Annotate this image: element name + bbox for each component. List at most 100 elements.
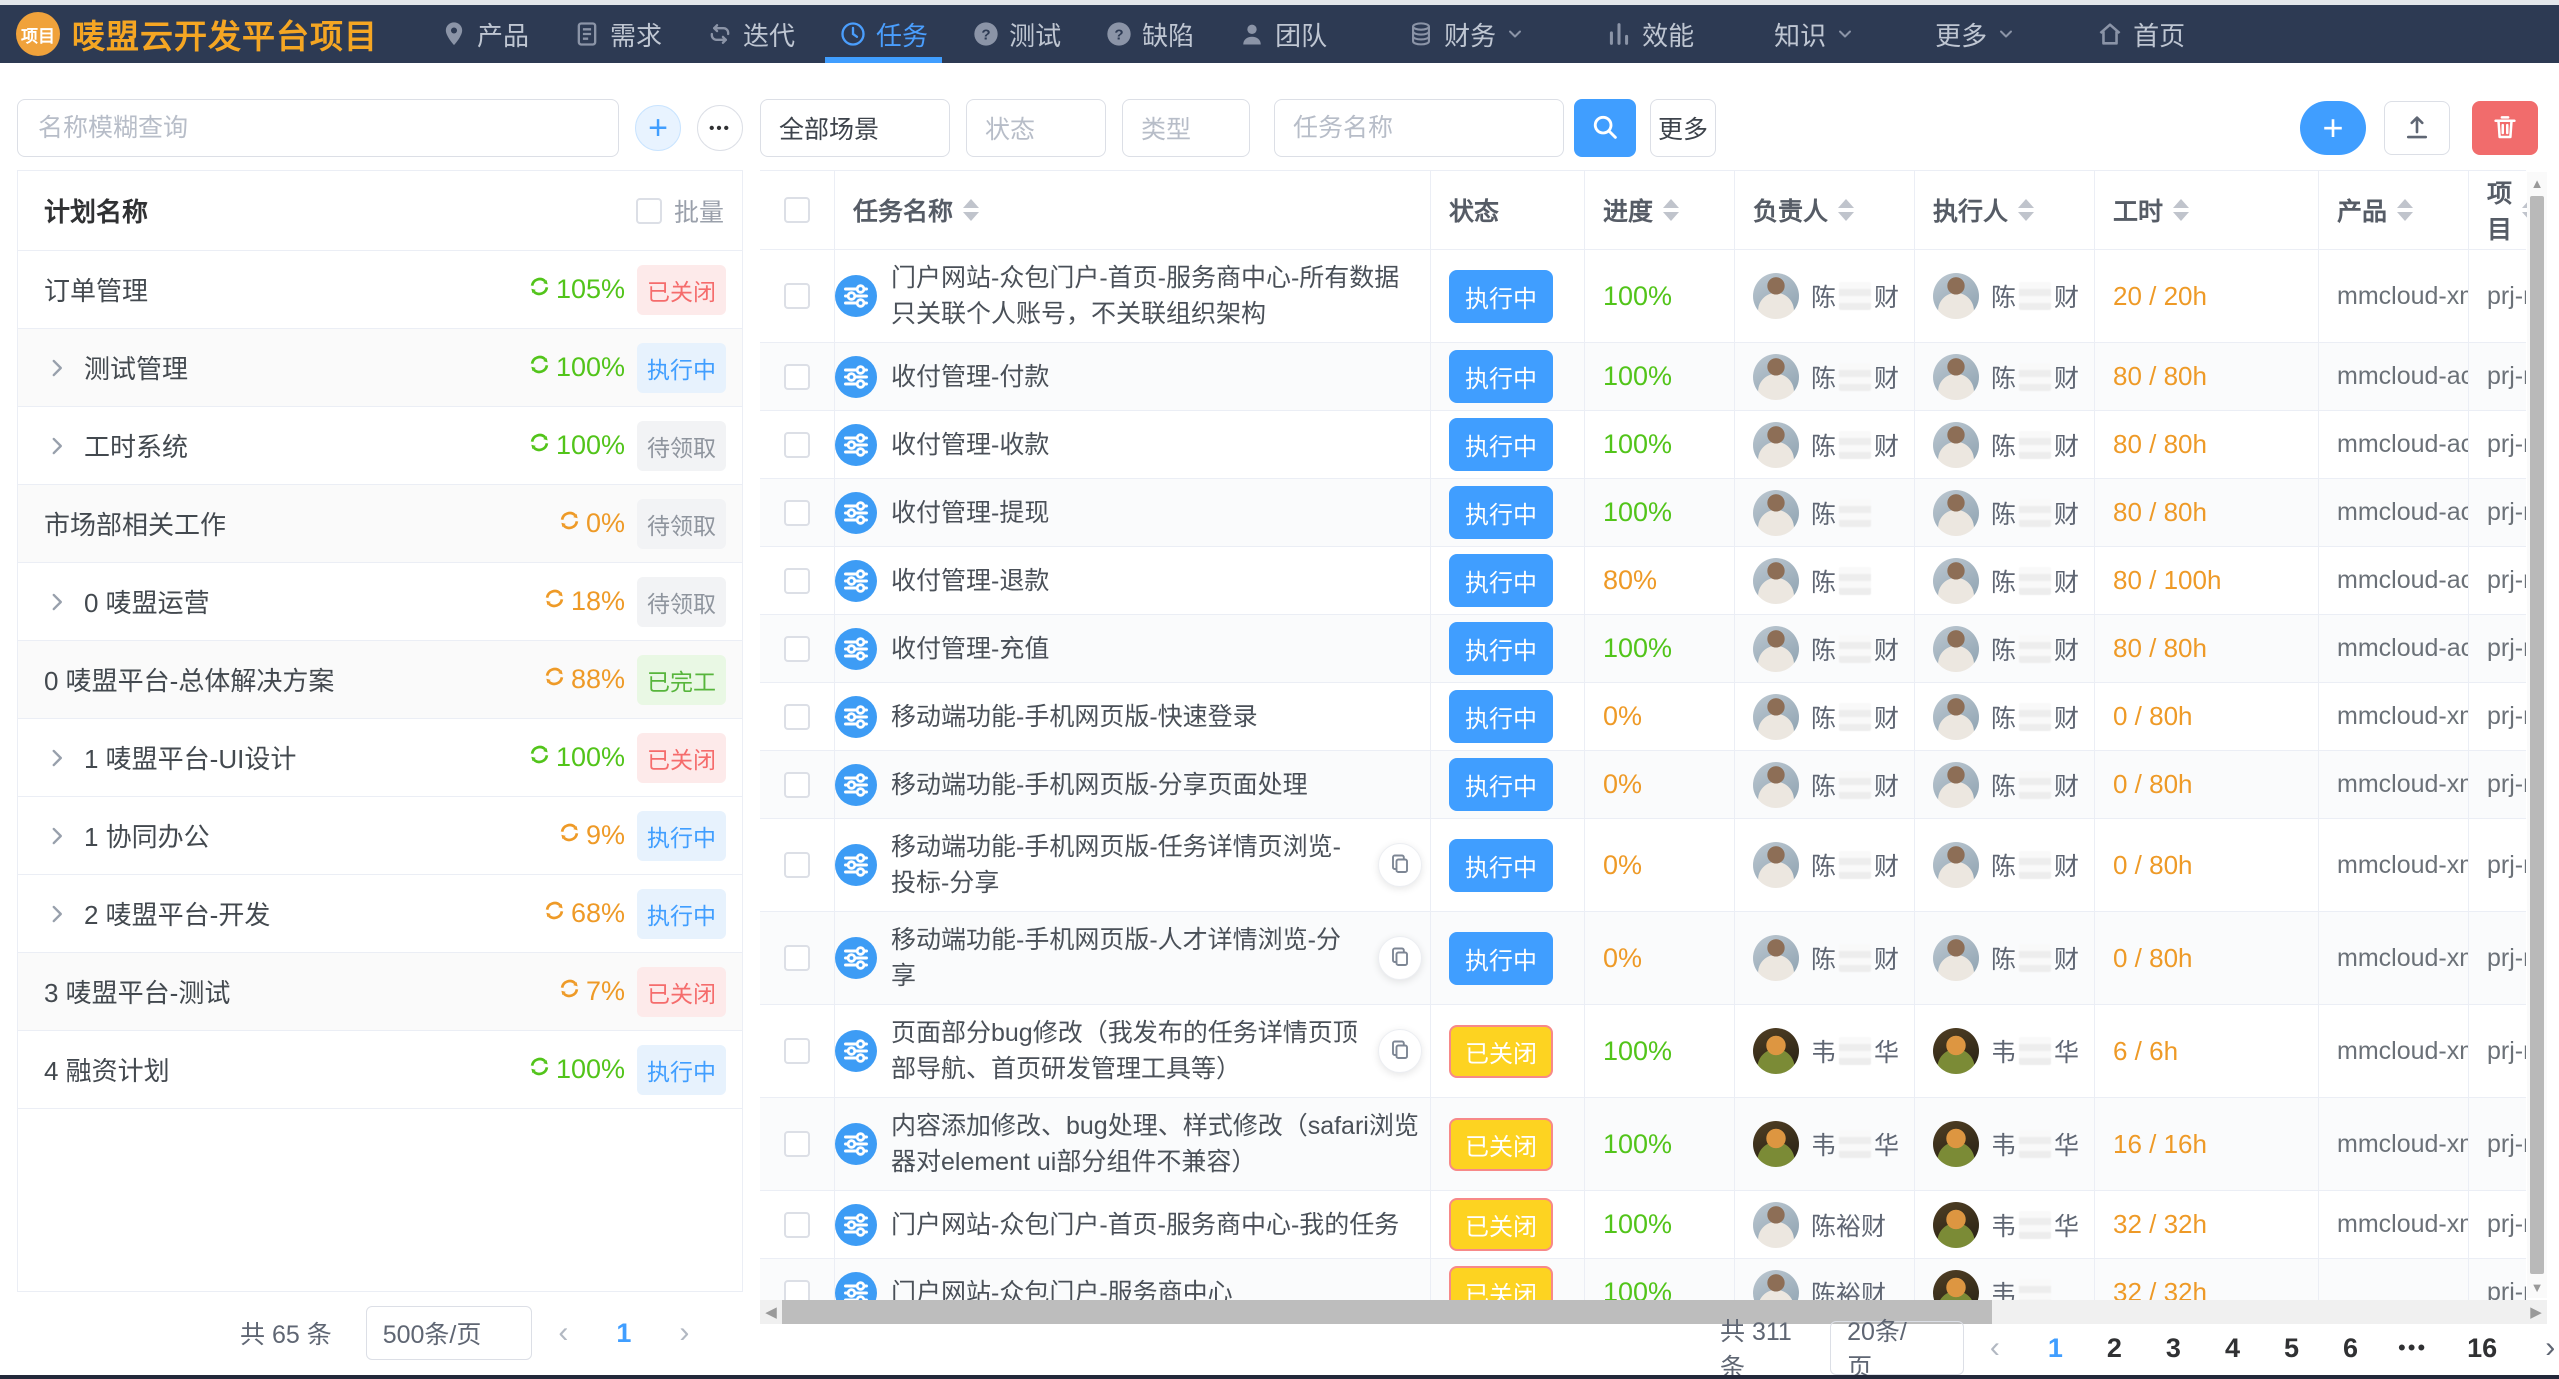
nav-item-团队[interactable]: 团队 [1216, 5, 1349, 63]
plan-page-number[interactable]: 1 [616, 1318, 631, 1349]
table-row[interactable]: 页面部分bug修改（我发布的任务详情页顶部导航、首页研发管理工具等）已关闭100… [760, 1005, 2526, 1098]
nav-item-更多[interactable]: 更多 [1913, 5, 2038, 63]
copy-task-button[interactable] [1378, 1029, 1422, 1073]
table-row[interactable]: 门户网站-众包门户-首页-服务商中心-我的任务已关闭100%陈裕财韦华32 / … [760, 1191, 2526, 1259]
row-checkbox[interactable] [784, 1131, 810, 1157]
table-row[interactable]: 移动端功能-手机网页版-人才详情浏览-分享执行中0%陈财陈财0 / 80hmmc… [760, 912, 2526, 1005]
column-header-项目[interactable]: 项目 [2468, 171, 2526, 249]
table-row[interactable]: 收付管理-提现执行中100%陈陈财80 / 80hmmcloud-acprj-m [760, 479, 2526, 547]
plan-row[interactable]: 测试管理100%执行中 [18, 329, 742, 407]
row-checkbox[interactable] [784, 283, 810, 309]
scene-select[interactable]: 全部场景 [760, 99, 950, 157]
plan-more-button[interactable]: ••• [697, 105, 743, 151]
more-filters-button[interactable]: 更多 [1650, 99, 1716, 157]
copy-task-button[interactable] [1378, 843, 1422, 887]
page-ellipsis[interactable]: ••• [2398, 1335, 2427, 1361]
column-header-负责人[interactable]: 负责人 [1734, 171, 1914, 249]
status-select[interactable]: 状态 [966, 99, 1106, 157]
column-header-产品[interactable]: 产品 [2318, 171, 2468, 249]
plan-row[interactable]: 工时系统100%待领取 [18, 407, 742, 485]
nav-item-迭代[interactable]: 迭代 [684, 5, 817, 63]
row-checkbox[interactable] [784, 1212, 810, 1238]
plan-row[interactable]: 2 唛盟平台-开发68%执行中 [18, 875, 742, 953]
table-row[interactable]: 收付管理-充值执行中100%陈财陈财80 / 80hmmcloud-acprj-… [760, 615, 2526, 683]
page-number-4[interactable]: 4 [2225, 1333, 2240, 1364]
page-number-1[interactable]: 1 [2048, 1333, 2063, 1364]
type-select[interactable]: 类型 [1122, 99, 1250, 157]
plan-row[interactable]: 1 协同办公9%执行中 [18, 797, 742, 875]
nav-item-财务[interactable]: 财务 [1385, 5, 1547, 63]
row-checkbox[interactable] [784, 1280, 810, 1301]
scroll-up-icon[interactable]: ▲ [2531, 172, 2544, 194]
add-task-button[interactable]: + [2300, 101, 2366, 155]
sort-icon[interactable] [2173, 199, 2189, 221]
select-all-checkbox[interactable] [784, 197, 810, 223]
row-checkbox[interactable] [784, 568, 810, 594]
scroll-down-icon[interactable]: ▼ [2531, 1276, 2544, 1298]
plan-next-page-button[interactable]: › [679, 1318, 689, 1348]
delete-button[interactable] [2472, 101, 2538, 155]
batch-checkbox[interactable] [636, 198, 662, 224]
table-row[interactable]: 移动端功能-手机网页版-任务详情页浏览-投标-分享执行中0%陈财陈财0 / 80… [760, 819, 2526, 912]
vertical-scroll-thumb[interactable] [2530, 196, 2544, 1274]
copy-task-button[interactable] [1378, 936, 1422, 980]
nav-item-首页[interactable]: 首页 [2074, 5, 2207, 63]
row-checkbox[interactable] [784, 852, 810, 878]
plan-row[interactable]: 0 唛盟平台-总体解决方案88%已完工 [18, 641, 742, 719]
task-page-size-select[interactable]: 20条/页 [1830, 1321, 1964, 1375]
task-prev-page-button[interactable]: ‹ [1990, 1333, 2000, 1363]
table-row[interactable]: 收付管理-收款执行中100%陈财陈财80 / 80hmmcloud-acprj-… [760, 411, 2526, 479]
plan-row[interactable]: 0 唛盟运营18%待领取 [18, 563, 742, 641]
table-row[interactable]: 收付管理-退款执行中80%陈陈财80 / 100hmmcloud-acprj-m [760, 547, 2526, 615]
nav-item-产品[interactable]: 产品 [418, 5, 551, 63]
add-plan-button[interactable]: + [635, 105, 681, 151]
nav-item-效能[interactable]: 效能 [1583, 5, 1716, 63]
sort-icon[interactable] [963, 199, 979, 221]
row-checkbox[interactable] [784, 500, 810, 526]
export-button[interactable] [2384, 101, 2450, 155]
plan-prev-page-button[interactable]: ‹ [558, 1318, 568, 1348]
row-checkbox[interactable] [784, 772, 810, 798]
table-row[interactable]: 内容添加修改、bug处理、样式修改（safari浏览器对element ui部分… [760, 1098, 2526, 1191]
plan-row[interactable]: 4 融资计划100%执行中 [18, 1031, 742, 1109]
plan-row[interactable]: 订单管理105%已关闭 [18, 251, 742, 329]
page-number-6[interactable]: 6 [2343, 1333, 2358, 1364]
row-checkbox[interactable] [784, 636, 810, 662]
column-header-进度[interactable]: 进度 [1584, 171, 1734, 249]
nav-item-测试[interactable]: ?测试 [950, 5, 1083, 63]
row-checkbox[interactable] [784, 432, 810, 458]
nav-item-需求[interactable]: 需求 [551, 5, 684, 63]
row-checkbox[interactable] [784, 945, 810, 971]
row-checkbox[interactable] [784, 364, 810, 390]
task-name-input[interactable] [1274, 99, 1564, 157]
column-header-执行人[interactable]: 执行人 [1914, 171, 2094, 249]
table-row[interactable]: 门户网站-众包门户-服务商中心已关闭100%陈裕财韦32 / 32hprj-m [760, 1259, 2526, 1300]
row-checkbox[interactable] [784, 1038, 810, 1064]
page-number-2[interactable]: 2 [2107, 1333, 2122, 1364]
nav-item-缺陷[interactable]: ?缺陷 [1083, 5, 1216, 63]
sort-icon[interactable] [1663, 199, 1679, 221]
plan-page-size-select[interactable]: 500条/页 [366, 1306, 533, 1360]
sort-icon[interactable] [2397, 199, 2413, 221]
plan-search-input[interactable] [17, 99, 619, 157]
task-next-page-button[interactable]: › [2545, 1333, 2555, 1363]
nav-item-任务[interactable]: 任务 [817, 5, 950, 63]
page-number-16[interactable]: 16 [2467, 1333, 2497, 1364]
sort-icon[interactable] [2018, 199, 2034, 221]
plan-row[interactable]: 1 唛盟平台-UI设计100%已关闭 [18, 719, 742, 797]
table-row[interactable]: 收付管理-付款执行中100%陈财陈财80 / 80hmmcloud-acprj-… [760, 343, 2526, 411]
sort-icon[interactable] [1838, 199, 1854, 221]
column-header-工时[interactable]: 工时 [2094, 171, 2318, 249]
nav-item-知识[interactable]: 知识 [1752, 5, 1877, 63]
search-button[interactable] [1574, 99, 1636, 157]
row-checkbox[interactable] [784, 704, 810, 730]
vertical-scrollbar[interactable]: ▲ ▼ [2527, 172, 2547, 1298]
table-row[interactable]: 移动端功能-手机网页版-快速登录执行中0%陈财陈财0 / 80hmmcloud-… [760, 683, 2526, 751]
scroll-left-icon[interactable]: ◀ [760, 1300, 782, 1324]
table-row[interactable]: 门户网站-众包门户-首页-服务商中心-所有数据只关联个人账号，不关联组织架构执行… [760, 250, 2526, 343]
plan-row[interactable]: 市场部相关工作0%待领取 [18, 485, 742, 563]
column-header-任务名称[interactable]: 任务名称 [834, 171, 1430, 249]
page-number-3[interactable]: 3 [2166, 1333, 2181, 1364]
page-number-5[interactable]: 5 [2284, 1333, 2299, 1364]
plan-row[interactable]: 3 唛盟平台-测试7%已关闭 [18, 953, 742, 1031]
